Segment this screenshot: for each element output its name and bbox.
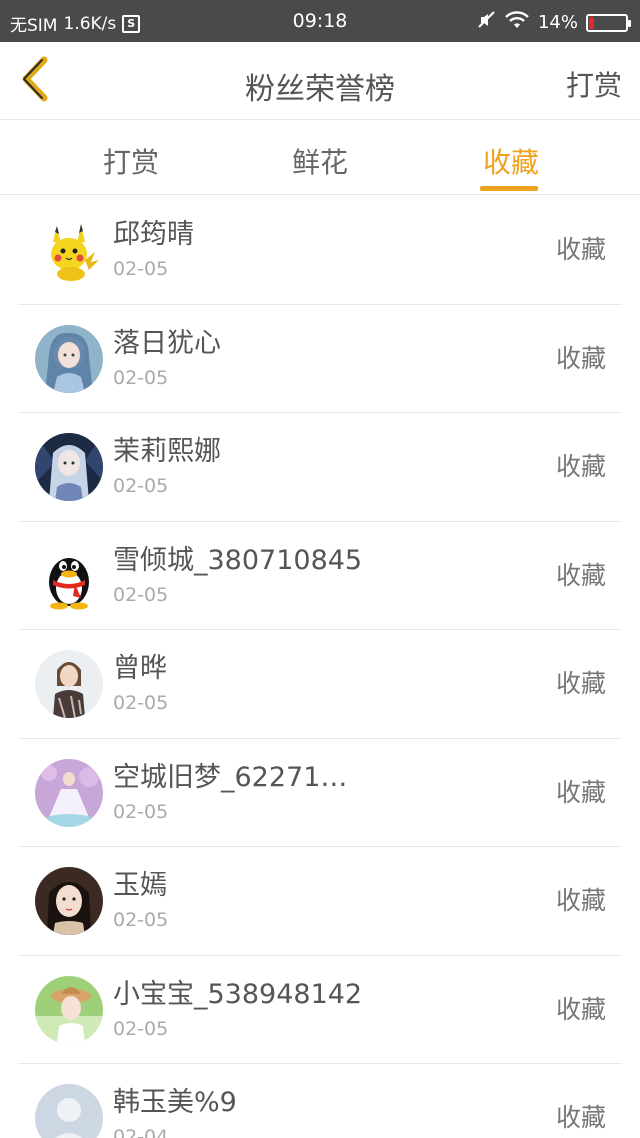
tab-favorites[interactable]: 收藏	[451, 121, 571, 195]
list-item[interactable]: 玉嫣 02-05 收藏	[18, 847, 622, 956]
battery-percent: 14%	[537, 12, 578, 33]
favorite-label: 收藏	[555, 343, 606, 373]
anime-girl-dark-avatar	[35, 433, 103, 501]
fan-name: 落日犹心	[113, 327, 221, 359]
list-item[interactable]: 邱筠晴 02-05 收藏	[18, 196, 622, 305]
fan-date: 02-05	[113, 258, 169, 280]
tab-bar: 打赏 鲜花 收藏	[0, 121, 640, 195]
page-title: 粉丝荣誉榜	[245, 72, 395, 107]
fan-date: 02-05	[113, 475, 169, 497]
anime-girl-avatar	[35, 324, 103, 393]
fan-name: 曾晔	[113, 653, 167, 684]
battery-icon	[586, 13, 631, 32]
wedding-dress-avatar	[35, 758, 103, 827]
status-bar: 无SIM 1.6K/s S 09:18 14%	[0, 0, 640, 42]
list-item[interactable]: 雪倾城_380710845 02-05 收藏	[18, 522, 622, 630]
favorite-label: 收藏	[555, 777, 606, 807]
default-user-avatar	[35, 1084, 103, 1138]
list-item[interactable]: 茉莉熙娜 02-05 收藏	[18, 413, 622, 522]
tab-label: 打赏	[102, 146, 159, 179]
favorite-label: 收藏	[555, 669, 606, 698]
fan-date: 02-04	[113, 1126, 169, 1138]
active-tab-indicator	[480, 186, 538, 191]
status-right: 14%	[478, 10, 631, 35]
favorite-label: 收藏	[555, 235, 606, 264]
wifi-icon	[504, 10, 530, 35]
favorite-label: 收藏	[555, 1103, 606, 1132]
list-item[interactable]: 空城旧梦_62271… 02-05 收藏	[18, 739, 622, 847]
qq-penguin-avatar	[35, 541, 103, 610]
favorite-label: 收藏	[555, 994, 606, 1024]
fan-date: 02-05	[113, 583, 169, 606]
tab-flowers[interactable]: 鲜花	[260, 121, 380, 195]
girl-hat-avatar	[35, 975, 103, 1044]
tab-label: 收藏	[482, 146, 539, 179]
fan-name: 韩玉美%9	[113, 1087, 237, 1118]
reward-button[interactable]: 打赏	[566, 64, 622, 104]
fan-date: 02-05	[113, 1017, 169, 1040]
list-item[interactable]: 落日犹心 02-05 收藏	[18, 305, 622, 413]
fan-date: 02-05	[113, 909, 169, 931]
fan-name: 邱筠晴	[113, 219, 194, 250]
favorite-label: 收藏	[555, 560, 606, 590]
fan-name: 小宝宝_538948142	[113, 978, 363, 1010]
tab-reward[interactable]: 打赏	[71, 121, 191, 195]
tab-label: 鲜花	[291, 146, 348, 179]
fan-name: 玉嫣	[113, 870, 167, 901]
list-item[interactable]: 韩玉美%9 02-04 收藏	[18, 1064, 622, 1138]
fan-date: 02-05	[113, 692, 169, 714]
list-item[interactable]: 小宝宝_538948142 02-05 收藏	[18, 956, 622, 1064]
woman-portrait-avatar	[35, 867, 103, 935]
fan-list: 邱筠晴 02-05 收藏 落日犹心 02-05 收藏 茉莉熙娜 02-05 收藏…	[0, 196, 640, 1138]
app-header: 粉丝荣誉榜 打赏	[0, 42, 640, 120]
list-item[interactable]: 曾晔 02-05 收藏	[18, 630, 622, 739]
fan-date: 02-05	[113, 800, 169, 823]
favorite-label: 收藏	[555, 452, 606, 481]
battery-level	[589, 16, 594, 29]
fan-date: 02-05	[113, 366, 169, 389]
woman-photo-avatar	[35, 650, 103, 718]
fan-name: 茉莉熙娜	[113, 436, 221, 467]
fan-name: 空城旧梦_62271…	[113, 761, 348, 793]
fan-name: 雪倾城_380710845	[113, 544, 363, 576]
mute-icon	[478, 11, 496, 34]
pikachu-avatar	[35, 216, 103, 284]
favorite-label: 收藏	[555, 886, 606, 915]
